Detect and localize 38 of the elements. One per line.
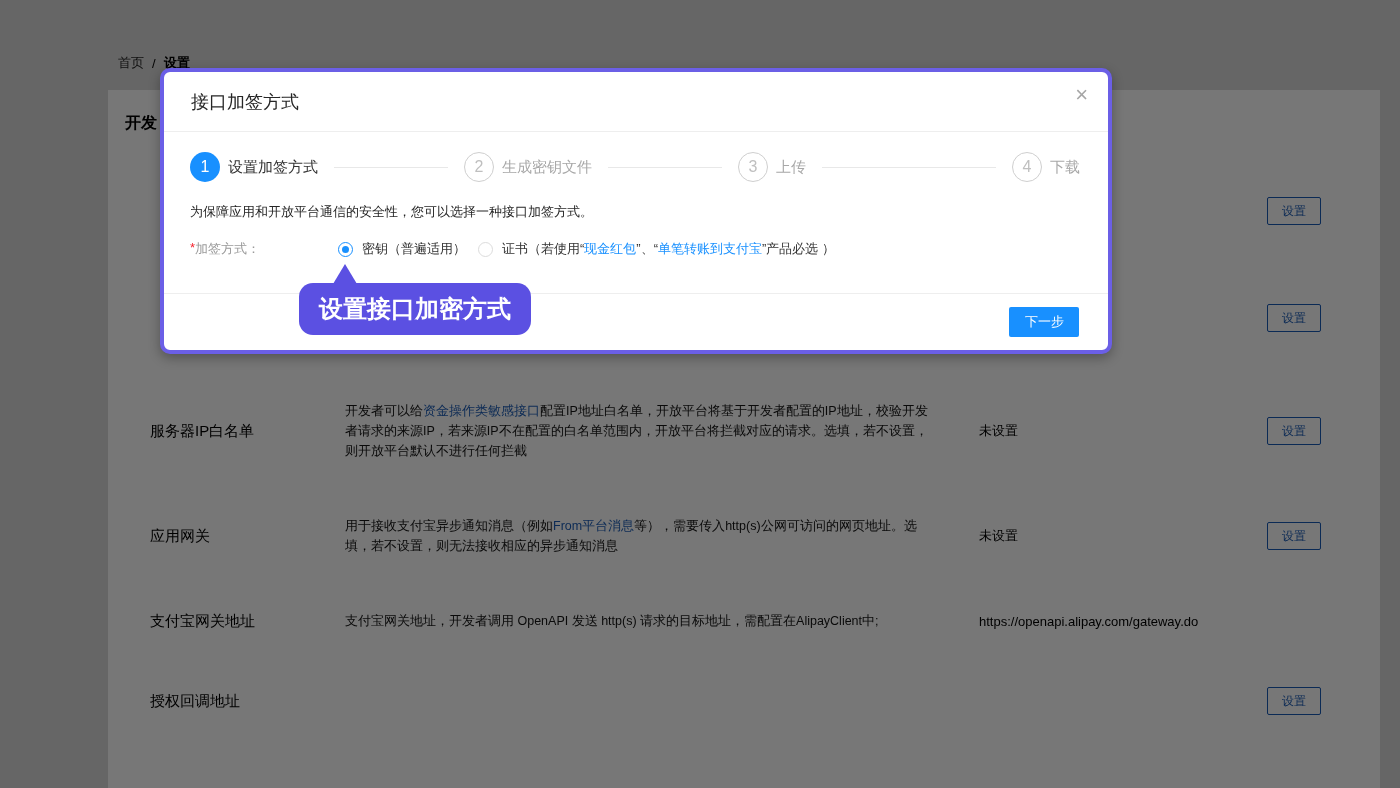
settings-button[interactable]: 设置: [1267, 197, 1321, 225]
link[interactable]: 资金操作类敏感接口: [423, 404, 540, 418]
row-label: 支付宝网关地址: [150, 611, 256, 631]
callout-bubble: 设置接口加密方式: [299, 283, 531, 335]
step-label: 生成密钥文件: [502, 157, 592, 177]
link[interactable]: From平台消息: [553, 519, 635, 533]
radio-label: 密钥（普遍适用）: [362, 240, 466, 258]
radio-label: 证书（若使用“现金红包”、“单笔转账到支付宝”产品必选 ）: [502, 240, 835, 258]
settings-button[interactable]: 设置: [1267, 687, 1321, 715]
link[interactable]: 单笔转账到支付宝: [658, 241, 762, 256]
row-label: 授权回调地址: [150, 691, 241, 711]
required-mark: *: [190, 240, 196, 257]
close-icon[interactable]: ×: [1075, 83, 1088, 106]
settings-button[interactable]: 设置: [1267, 417, 1321, 445]
row-description: 用于接收支付宝异步通知消息（例如From平台消息等），需要传入http(s)公网可访问的网页地址。选填，若不设置，则无法接收相应的异步通知消息: [345, 518, 918, 555]
row-value: https://openapi.alipay.com/gateway.do: [979, 613, 1200, 629]
row-value: 未设置: [979, 422, 1019, 440]
settings-button[interactable]: 设置: [1267, 522, 1321, 550]
breadcrumb-separator: /: [152, 55, 156, 71]
step-number: 1: [190, 152, 220, 182]
settings-button[interactable]: 设置: [1267, 304, 1321, 332]
row-description: 开发者可以给资金操作类敏感接口配置IP地址白名单，开放平台将基于开发者配置的IP地址，校验开发者请求的来源IP，若来源IP不在配置的白名单范围内，开放平台将拦截对应的请求。选填，若不设置，则开放平台默认不进行任何拦截: [345, 403, 929, 460]
breadcrumb-link[interactable]: 设置: [163, 54, 190, 72]
step-label: 上传: [776, 157, 806, 177]
row-description: 支付宝网关地址，开发者调用 OpenAPI 发送 http(s) 请求的目标地址，需配置在AlipayClient中;: [345, 613, 880, 630]
callout-pointer: [333, 264, 357, 284]
row-value: 未设置: [979, 527, 1019, 545]
modal-title: 接口加签方式: [191, 90, 299, 114]
link[interactable]: 现金红包: [584, 241, 637, 256]
step-label: 下载: [1050, 157, 1080, 177]
step-label: 设置加签方式: [228, 157, 318, 177]
field-label-text: 加签方式：: [195, 240, 261, 258]
row-label: 服务器IP白名单: [150, 421, 256, 441]
breadcrumb-link[interactable]: 首页: [118, 54, 144, 72]
card-title: 开发: [125, 113, 157, 133]
row-label: 应用网关: [150, 526, 211, 546]
next-button[interactable]: 下一步: [1009, 307, 1079, 337]
intro-text: 为保障应用和开放平台通信的安全性，您可以选择一种接口加签方式。: [190, 203, 594, 221]
